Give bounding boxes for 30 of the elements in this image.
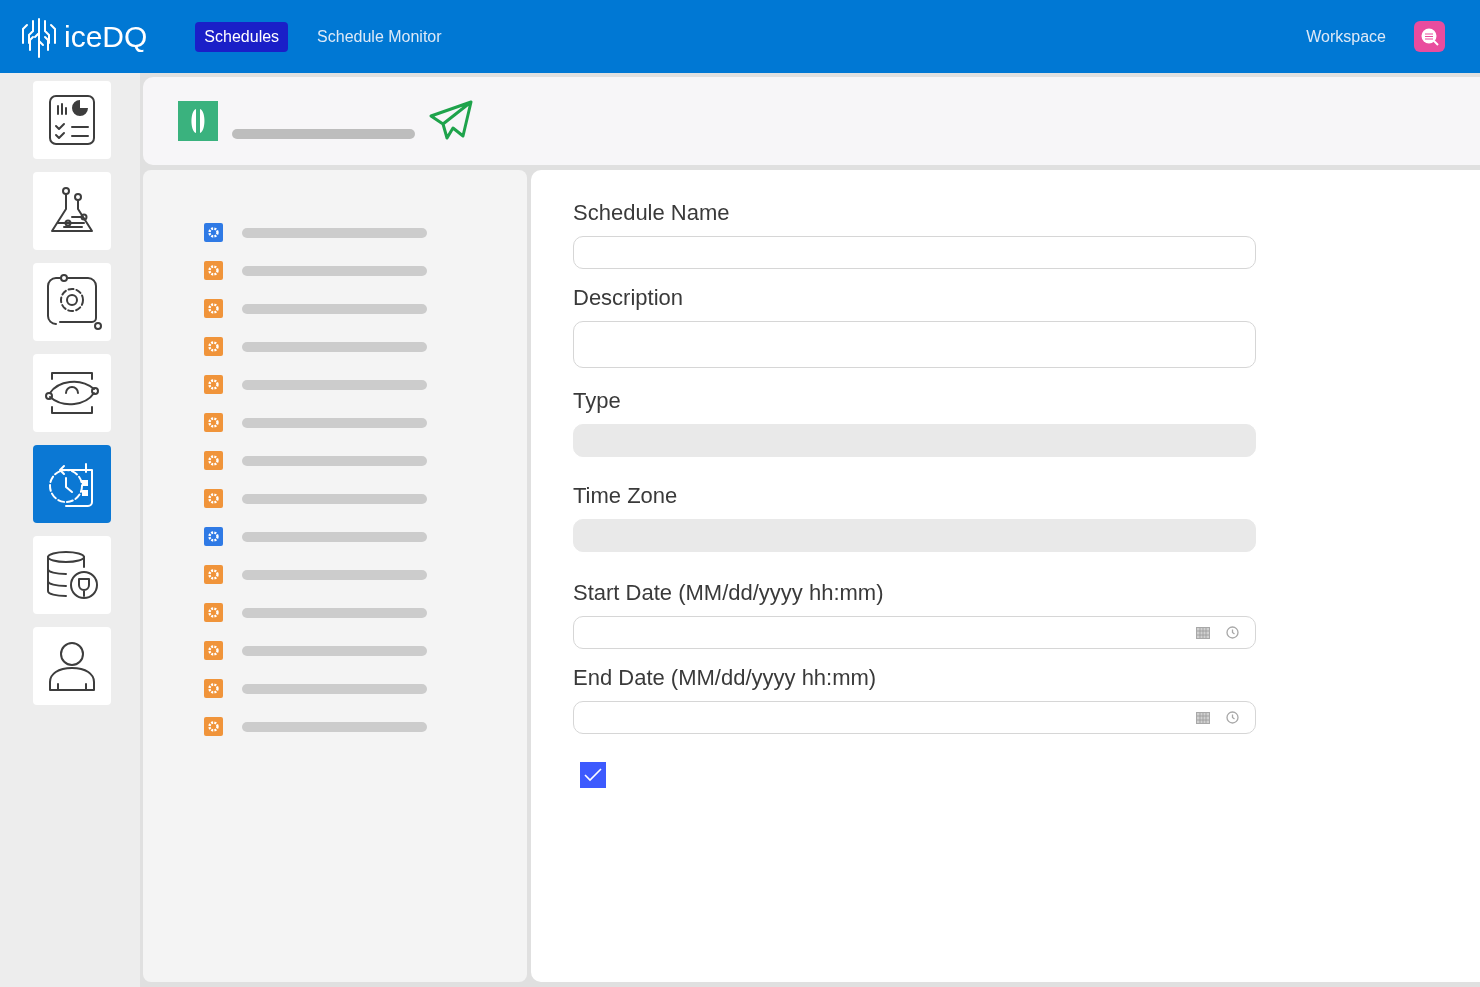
description-input[interactable] [573, 321, 1256, 368]
logo-text: iceDQ [64, 21, 148, 52]
text-input[interactable] [573, 236, 1256, 269]
checkbox[interactable] [580, 762, 606, 788]
date-time-input[interactable] [573, 616, 1256, 649]
sidebar-nav-item[interactable] [33, 536, 111, 614]
sidebar-nav-item[interactable] [33, 172, 111, 250]
calendar-icon[interactable] [1196, 626, 1210, 639]
paper-plane-icon[interactable] [429, 100, 473, 142]
date-time-input[interactable] [573, 701, 1256, 734]
calendar-icon[interactable] [1196, 711, 1210, 724]
sidebar-nav-item[interactable] [33, 263, 111, 341]
field-label: End Date (MM/dd/yyyy hh:mm) [573, 664, 878, 692]
field-label: Schedule Name [573, 199, 731, 227]
field-label: Start Date (MM/dd/yyyy hh:mm) [573, 579, 885, 607]
nav-tab[interactable]: Schedule Monitor [308, 21, 451, 52]
sidebar-nav-item[interactable] [33, 354, 111, 432]
clock-icon[interactable] [1226, 711, 1239, 724]
app-logo-icon [178, 101, 218, 141]
chat-search-icon [1419, 26, 1440, 47]
clock-icon[interactable] [1226, 626, 1239, 639]
sidebar-nav-item[interactable] [33, 627, 111, 705]
chat-search-button[interactable] [1414, 21, 1445, 52]
check-icon [584, 768, 602, 782]
field-label: Type [573, 387, 622, 415]
sidebar-nav-item[interactable] [33, 81, 111, 159]
nav-tab[interactable]: Schedules [195, 21, 289, 52]
field-label: Time Zone [573, 482, 679, 510]
field-label: Description [573, 284, 685, 312]
workspace-link[interactable]: Workspace [1306, 24, 1386, 49]
